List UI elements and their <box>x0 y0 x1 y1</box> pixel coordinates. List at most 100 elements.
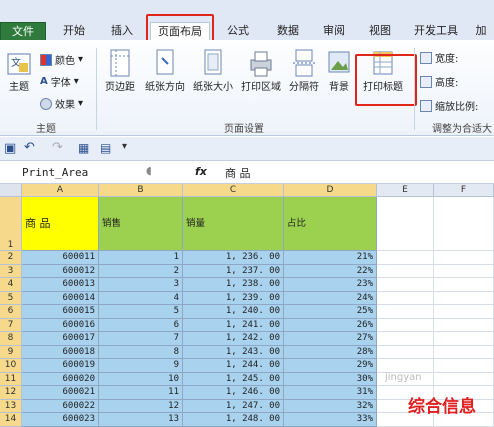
height-control[interactable]: 高度: <box>420 74 458 89</box>
cell-sales[interactable]: 1 <box>99 251 183 265</box>
row-header[interactable]: 6 <box>0 305 22 319</box>
width-control[interactable]: 宽度: <box>420 50 458 65</box>
empty-cell[interactable] <box>377 359 434 373</box>
row-header[interactable]: 11 <box>0 372 22 386</box>
cell-share[interactable]: 33% <box>284 413 377 427</box>
empty-cell[interactable] <box>434 305 494 319</box>
namebox-dropdown-icon[interactable]: ◖ <box>146 164 152 177</box>
cell-product-code[interactable]: 600011 <box>22 251 99 265</box>
row-header[interactable]: 14 <box>0 413 22 427</box>
cell-product-code[interactable]: 600012 <box>22 264 99 278</box>
empty-cell[interactable] <box>377 305 434 319</box>
cell-share[interactable]: 29% <box>284 359 377 373</box>
tab-addins[interactable]: 加 <box>468 22 494 40</box>
cell-product-code[interactable]: 600015 <box>22 305 99 319</box>
fx-icon[interactable]: fx <box>195 165 207 178</box>
header-cell-product[interactable]: 商 品 <box>22 197 99 251</box>
print-area-button[interactable]: 打印区域 <box>238 48 284 94</box>
empty-cell[interactable] <box>434 372 494 386</box>
row-header[interactable]: 2 <box>0 251 22 265</box>
col-header-e[interactable]: E <box>377 184 434 197</box>
redo-icon[interactable]: ↷ <box>52 140 63 155</box>
tab-insert[interactable]: 插入 <box>100 22 144 40</box>
tab-file[interactable]: 文件 <box>0 22 46 42</box>
themes-button[interactable]: 文 主题 <box>4 48 34 94</box>
name-box[interactable]: Print_Area <box>22 165 140 181</box>
cell-product-code[interactable]: 600017 <box>22 332 99 346</box>
cell-sales[interactable]: 8 <box>99 345 183 359</box>
cell-volume[interactable]: 1, 237. 00 <box>183 264 284 278</box>
cell-product-code[interactable]: 600018 <box>22 345 99 359</box>
col-header-c[interactable]: C <box>183 184 284 197</box>
cell-product-code[interactable]: 600016 <box>22 318 99 332</box>
cell-share[interactable]: 26% <box>284 318 377 332</box>
formula-input[interactable]: 商 品 <box>225 165 251 181</box>
empty-cell[interactable] <box>434 345 494 359</box>
cell-sales[interactable]: 5 <box>99 305 183 319</box>
tab-data[interactable]: 数据 <box>268 22 308 40</box>
cell-volume[interactable]: 1, 240. 00 <box>183 305 284 319</box>
empty-cell[interactable] <box>434 278 494 292</box>
cell-volume[interactable]: 1, 245. 00 <box>183 372 284 386</box>
row-header[interactable]: 8 <box>0 332 22 346</box>
empty-cell[interactable] <box>377 291 434 305</box>
empty-cell[interactable] <box>434 251 494 265</box>
orientation-button[interactable]: 纸张方向 <box>142 48 188 94</box>
col-header-d[interactable]: D <box>284 184 377 197</box>
row-header[interactable]: 9 <box>0 345 22 359</box>
row-header[interactable]: 3 <box>0 264 22 278</box>
cell-share[interactable]: 21% <box>284 251 377 265</box>
tab-view[interactable]: 视图 <box>360 22 400 40</box>
empty-cell[interactable] <box>377 251 434 265</box>
header-cell-share[interactable]: 占比 <box>284 197 377 251</box>
col-header-b[interactable]: B <box>99 184 183 197</box>
cell-product-code[interactable]: 600013 <box>22 278 99 292</box>
margins-button[interactable]: 页边距 <box>100 48 140 94</box>
cell-sales[interactable]: 13 <box>99 413 183 427</box>
table-icon[interactable]: ▦ <box>78 141 89 155</box>
cell-volume[interactable]: 1, 243. 00 <box>183 345 284 359</box>
cell-share[interactable]: 24% <box>284 291 377 305</box>
cell-sales[interactable]: 11 <box>99 386 183 400</box>
row-header[interactable]: 5 <box>0 291 22 305</box>
empty-cell[interactable] <box>377 332 434 346</box>
cell-product-code[interactable]: 600023 <box>22 413 99 427</box>
cell-product-code[interactable]: 600019 <box>22 359 99 373</box>
col-header-f[interactable]: F <box>434 184 494 197</box>
empty-cell[interactable] <box>377 345 434 359</box>
undo-icon[interactable]: ↶ <box>24 140 35 155</box>
cell-sales[interactable]: 12 <box>99 399 183 413</box>
empty-cell[interactable] <box>377 278 434 292</box>
empty-cell[interactable] <box>377 197 434 251</box>
cell-volume[interactable]: 1, 239. 00 <box>183 291 284 305</box>
cell-sales[interactable]: 10 <box>99 372 183 386</box>
cell-sales[interactable]: 6 <box>99 318 183 332</box>
empty-cell[interactable] <box>377 318 434 332</box>
cell-volume[interactable]: 1, 241. 00 <box>183 318 284 332</box>
cell-share[interactable]: 28% <box>284 345 377 359</box>
cell-volume[interactable]: 1, 236. 00 <box>183 251 284 265</box>
empty-cell[interactable] <box>434 291 494 305</box>
cell-share[interactable]: 31% <box>284 386 377 400</box>
select-all-corner[interactable] <box>0 184 22 197</box>
breaks-button[interactable]: 分隔符 <box>286 48 322 94</box>
row-header[interactable]: 10 <box>0 359 22 373</box>
cell-sales[interactable]: 7 <box>99 332 183 346</box>
form-icon[interactable]: ▤ <box>100 141 111 155</box>
empty-cell[interactable] <box>434 264 494 278</box>
row-header[interactable]: 7 <box>0 318 22 332</box>
cell-share[interactable]: 30% <box>284 372 377 386</box>
row-header[interactable]: 1 <box>0 197 22 251</box>
header-cell-volume[interactable]: 销量 <box>183 197 284 251</box>
tab-formulas[interactable]: 公式 <box>218 22 258 40</box>
cell-product-code[interactable]: 600020 <box>22 372 99 386</box>
row-header[interactable]: 4 <box>0 278 22 292</box>
save-icon[interactable]: ▣ <box>4 141 16 156</box>
size-button[interactable]: 纸张大小 <box>190 48 236 94</box>
cell-volume[interactable]: 1, 248. 00 <box>183 413 284 427</box>
cell-sales[interactable]: 4 <box>99 291 183 305</box>
customize-icon[interactable]: ▾ <box>122 141 127 152</box>
cell-product-code[interactable]: 600021 <box>22 386 99 400</box>
fonts-button[interactable]: A 字体 ▾ <box>40 74 79 89</box>
empty-cell[interactable] <box>434 359 494 373</box>
